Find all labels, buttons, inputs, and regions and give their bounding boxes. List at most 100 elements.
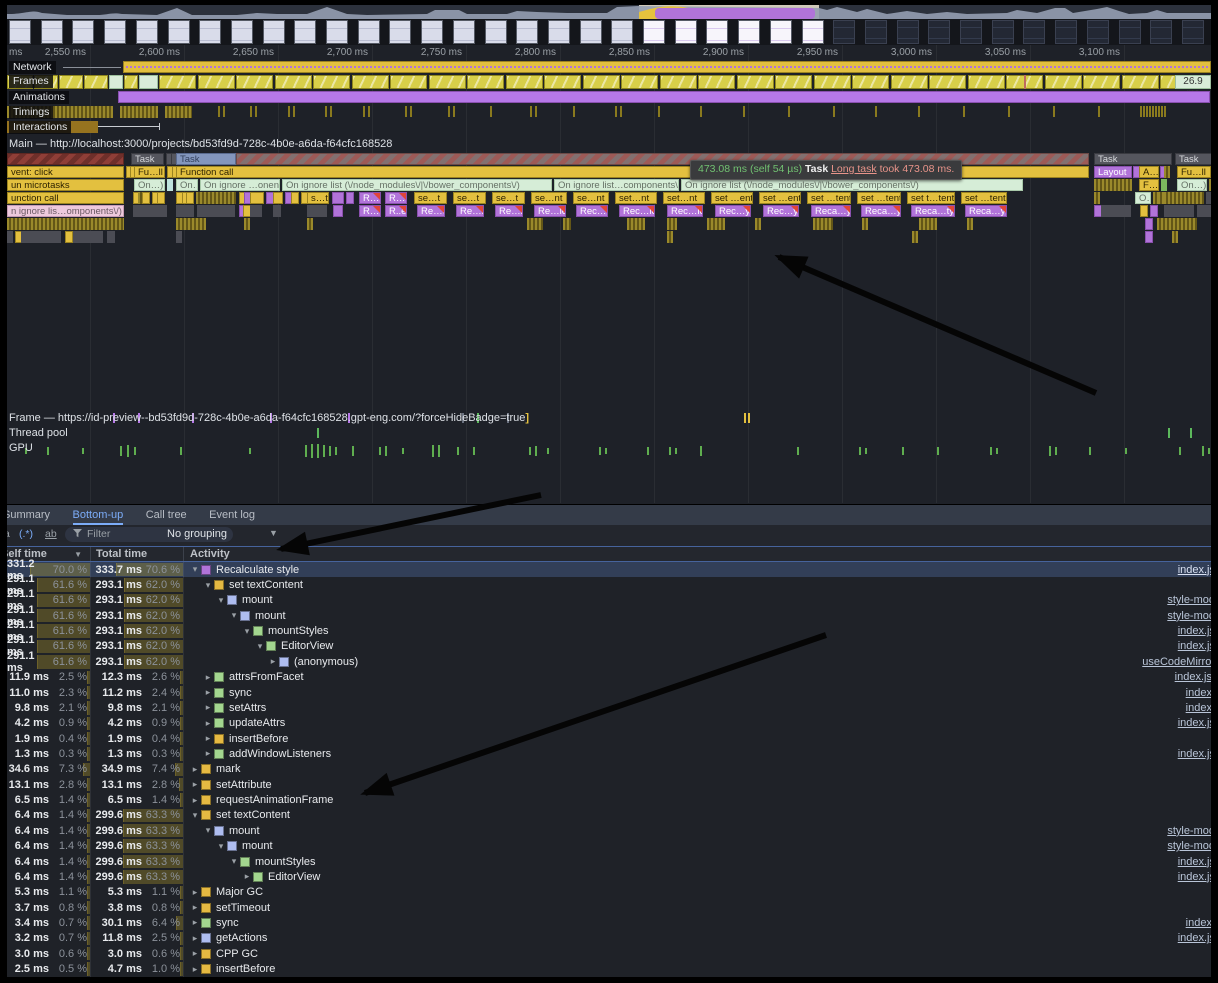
table-row[interactable]: 3.4 ms0.7 %30.1 ms6.4 %▸syncindex. <box>7 915 1211 930</box>
flame-fragment[interactable] <box>1094 179 1132 191</box>
flame-event[interactable]: Task <box>1175 153 1211 165</box>
flame-event[interactable]: se…nt <box>531 192 567 204</box>
table-row[interactable]: 291.1 ms61.6 %293.1 ms62.0 %▾mountstyle-… <box>7 608 1211 623</box>
flame-fragment[interactable] <box>1145 218 1153 230</box>
filmstrip-thumbnail[interactable] <box>865 20 887 44</box>
flame-event[interactable]: n ignore lis…omponents\/) <box>7 205 124 217</box>
flame-fragment[interactable] <box>157 192 165 204</box>
collapse-arrow-icon[interactable]: ▸ <box>202 718 214 729</box>
filmstrip-thumbnail[interactable] <box>453 20 475 44</box>
filmstrip-thumbnail[interactable] <box>1150 20 1172 44</box>
flame-fragment[interactable] <box>1209 179 1211 191</box>
flame-event[interactable]: On…) <box>1177 179 1207 191</box>
flame-event[interactable]: Re…le <box>456 205 484 217</box>
expand-arrow-icon[interactable]: ▾ <box>254 641 266 652</box>
filmstrip-thumbnail[interactable] <box>548 20 570 44</box>
flame-event[interactable]: Rec…le <box>619 205 655 217</box>
expand-arrow-icon[interactable]: ▾ <box>189 564 201 575</box>
source-link[interactable]: style-mod <box>1167 840 1211 852</box>
filmstrip-thumbnail[interactable] <box>643 20 665 44</box>
table-row[interactable]: 291.1 ms61.6 %293.1 ms62.0 %▾mountStyles… <box>7 623 1211 638</box>
frame-block[interactable] <box>467 75 504 89</box>
flame-event[interactable]: Re…le <box>534 205 566 217</box>
filmstrip-thumbnail[interactable] <box>1023 20 1045 44</box>
flame-fragment[interactable] <box>250 205 262 217</box>
flame-fragment[interactable] <box>196 192 236 204</box>
flame-event[interactable]: Task <box>1094 153 1172 165</box>
flame-fragment[interactable] <box>707 218 725 230</box>
frame-section-title[interactable]: Frame — https://id-preview--bd53fd9d-728… <box>9 412 529 424</box>
source-link[interactable]: index.js <box>1178 748 1211 760</box>
flame-fragment[interactable] <box>7 218 124 230</box>
table-row[interactable]: 2.5 ms0.5 %4.7 ms1.0 %▸insertBefore <box>7 961 1211 976</box>
filmstrip-thumbnail[interactable] <box>199 20 221 44</box>
flame-fragment[interactable] <box>167 179 173 191</box>
frame-block[interactable] <box>737 75 774 89</box>
flame-fragment[interactable] <box>291 192 299 204</box>
frame-block[interactable] <box>109 75 123 89</box>
frame-block[interactable] <box>929 75 966 89</box>
filmstrip-thumbnail[interactable] <box>294 20 316 44</box>
filmstrip-thumbnail[interactable] <box>1182 20 1204 44</box>
flame-event[interactable]: Rec…yle <box>715 205 751 217</box>
frame-block[interactable] <box>1024 75 1026 89</box>
animations-bar[interactable] <box>118 91 1210 103</box>
filmstrip-thumbnail[interactable] <box>421 20 443 44</box>
frame-block[interactable] <box>313 75 350 89</box>
table-row[interactable]: 11.0 ms2.3 %11.2 ms2.4 %▸syncindex. <box>7 685 1211 700</box>
source-link[interactable]: index. <box>1186 702 1211 714</box>
collapse-arrow-icon[interactable]: ▸ <box>189 917 201 928</box>
flame-fragment[interactable] <box>1101 205 1131 217</box>
flame-fragment[interactable] <box>186 205 194 217</box>
frames-track[interactable]: 26.9 ms <box>7 75 1211 89</box>
frame-block[interactable] <box>583 75 620 89</box>
collapse-arrow-icon[interactable]: ▸ <box>241 871 253 882</box>
table-row[interactable]: 6.4 ms1.4 %299.6 ms63.3 %▾mountstyle-mod <box>7 838 1211 853</box>
table-row[interactable]: 1.3 ms0.3 %1.3 ms0.3 %▸addWindowListener… <box>7 746 1211 761</box>
flame-fragment[interactable] <box>563 218 571 230</box>
table-row[interactable]: 3.2 ms0.7 %11.8 ms2.5 %▸getActionsindex.… <box>7 931 1211 946</box>
source-link[interactable]: style-mod <box>1167 594 1211 606</box>
flame-event[interactable]: unction call <box>7 192 124 204</box>
network-request-bar[interactable] <box>123 61 1211 73</box>
flame-event[interactable]: set …ent <box>711 192 753 204</box>
collapse-arrow-icon[interactable]: ▸ <box>189 964 201 975</box>
filmstrip-thumbnail[interactable] <box>960 20 982 44</box>
expand-arrow-icon[interactable]: ▾ <box>189 810 201 821</box>
flame-event[interactable]: Task <box>176 153 236 165</box>
flame-fragment[interactable] <box>1161 179 1167 191</box>
table-row[interactable]: 3.0 ms0.6 %3.0 ms0.6 %▸CPP GC <box>7 946 1211 961</box>
flame-event[interactable]: Fu…ll <box>1177 166 1211 178</box>
table-row[interactable]: 5.3 ms1.1 %5.3 ms1.1 %▸Major GC <box>7 885 1211 900</box>
flame-event[interactable]: On ignore …onents\/) <box>200 179 280 191</box>
flame-fragment[interactable] <box>912 231 918 243</box>
flame-event[interactable]: On ignore list…components\/) <box>554 179 679 191</box>
flame-fragment[interactable] <box>73 231 103 243</box>
column-header-activity[interactable]: Activity <box>184 547 1211 561</box>
expand-arrow-icon[interactable]: ▾ <box>202 825 214 836</box>
frame-block[interactable] <box>775 75 812 89</box>
flame-fragment[interactable] <box>346 192 354 204</box>
filmstrip-thumbnail[interactable] <box>168 20 190 44</box>
flame-event[interactable]: set …ent <box>759 192 801 204</box>
collapse-arrow-icon[interactable]: ▸ <box>189 795 201 806</box>
filmstrip-thumbnail[interactable] <box>485 20 507 44</box>
flame-event[interactable]: Fu…ll <box>134 166 165 178</box>
chevron-down-icon[interactable]: ▼ <box>269 528 278 538</box>
flame-fragment[interactable] <box>1206 192 1211 204</box>
filmstrip-thumbnail[interactable] <box>9 20 31 44</box>
source-link[interactable]: index.js <box>1178 717 1211 729</box>
table-row[interactable]: 6.4 ms1.4 %299.6 ms63.3 %▾mountStylesind… <box>7 854 1211 869</box>
expand-arrow-icon[interactable]: ▾ <box>228 610 240 621</box>
flame-event[interactable]: se…t <box>453 192 486 204</box>
flame-fragment[interactable] <box>1164 192 1204 204</box>
flame-fragment[interactable] <box>307 205 327 217</box>
flame-event[interactable]: R… <box>385 192 407 204</box>
flame-event[interactable]: R..e <box>385 205 407 217</box>
tab-bottom-up[interactable]: Bottom-up <box>73 505 124 525</box>
flame-fragment[interactable] <box>527 218 543 230</box>
flame-fragment[interactable] <box>1140 205 1148 217</box>
collapse-arrow-icon[interactable]: ▸ <box>202 672 214 683</box>
flame-fragment[interactable] <box>273 192 283 204</box>
flame-event[interactable]: Rec…le <box>667 205 703 217</box>
